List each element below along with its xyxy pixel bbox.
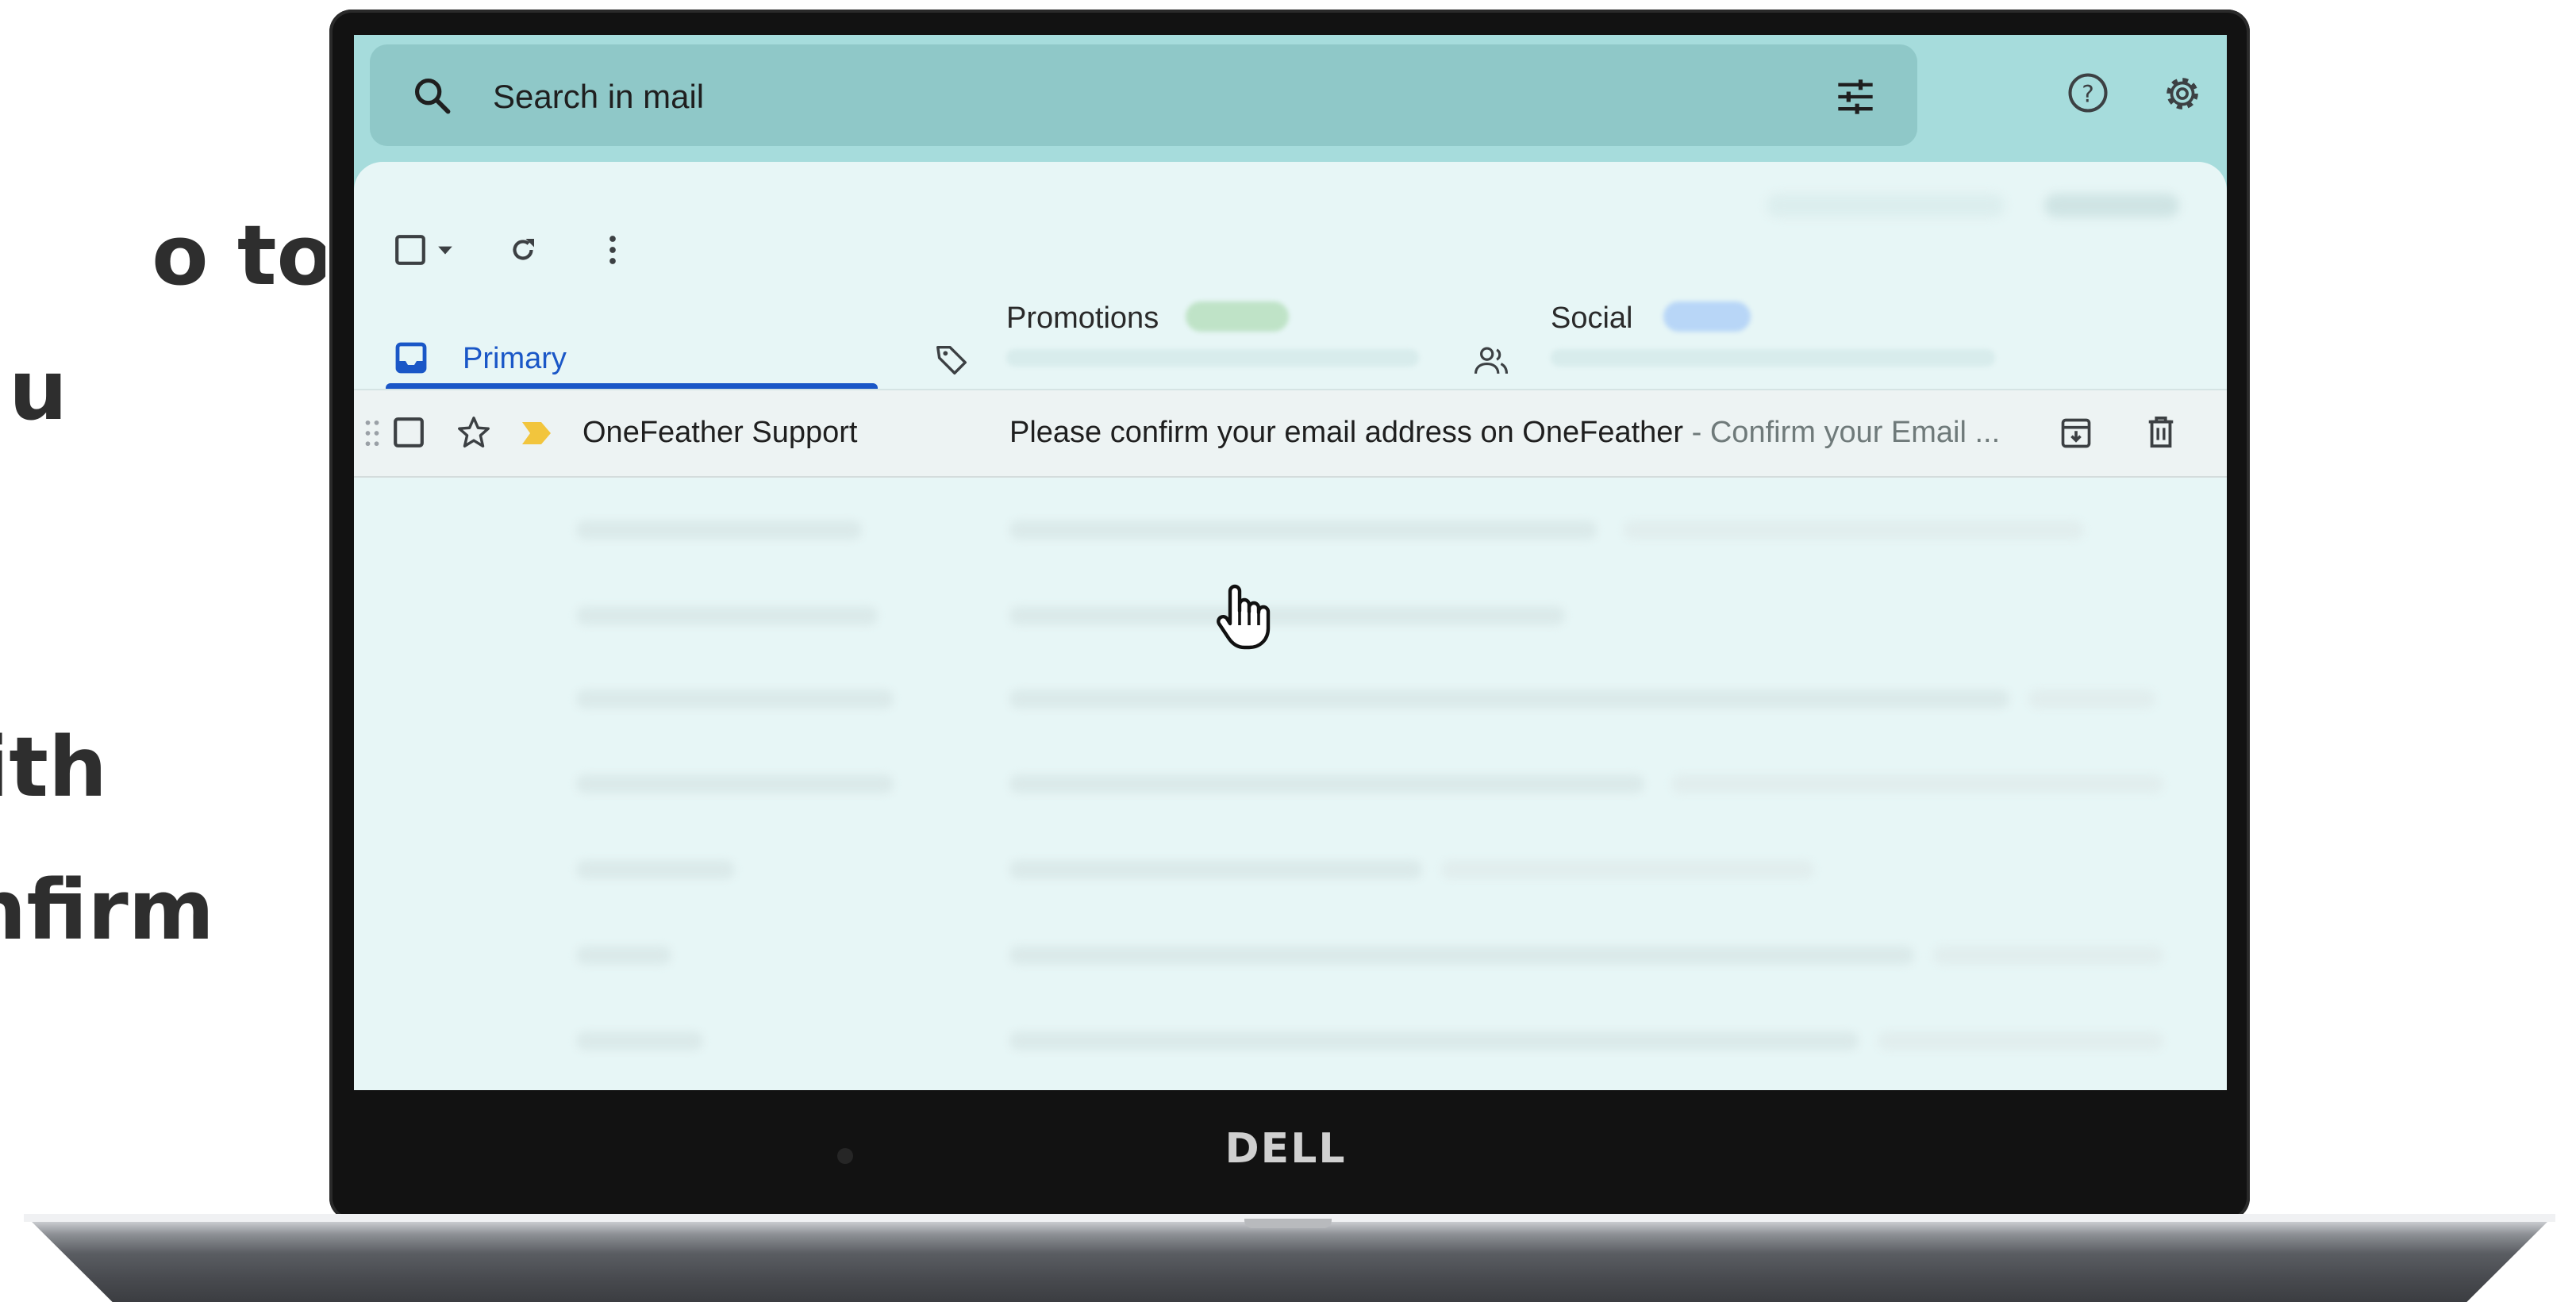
slide-text-line-1: o to xyxy=(152,207,325,304)
blurred-row-6-sender xyxy=(576,946,671,965)
promotions-preview xyxy=(1006,349,1419,367)
inbox-icon xyxy=(395,342,427,378)
mail-panel: Primary Promotions Social OneFeather Sup… xyxy=(354,162,2227,1090)
social-preview xyxy=(1551,349,1995,367)
star-icon[interactable] xyxy=(456,414,492,455)
laptop-screen: Search in mail ? Primary Promotions Soci… xyxy=(354,35,2227,1090)
tune-icon[interactable] xyxy=(1835,78,1876,120)
archive-icon[interactable] xyxy=(2059,416,2093,455)
hand-pointer-cursor-icon xyxy=(1211,582,1271,655)
blurred-row-1-snippet xyxy=(1624,520,2084,540)
blurred-row-1-sender xyxy=(576,520,862,540)
blurred-row-3-snippet xyxy=(2028,689,2155,709)
search-input[interactable]: Search in mail xyxy=(493,78,704,116)
blurred-row-4-sender xyxy=(576,774,894,793)
blurred-pagination-count xyxy=(2044,194,2179,217)
social-badge xyxy=(1663,301,1751,332)
row-checkbox-icon[interactable] xyxy=(392,416,425,453)
blurred-row-7-sender xyxy=(576,1031,703,1050)
slide-text-line-4: nfirm xyxy=(0,862,214,958)
svg-text:?: ? xyxy=(2082,80,2094,107)
email-subject: Please confirm your email address on One… xyxy=(1009,416,2000,450)
blurred-row-2-subject xyxy=(1009,606,1565,625)
blurred-row-4-subject xyxy=(1009,774,1644,793)
help-icon[interactable]: ? xyxy=(2067,71,2109,118)
important-marker-icon[interactable] xyxy=(521,421,552,450)
slide-text: o to u ith nfirm xyxy=(0,0,325,1302)
blurred-row-6-snippet xyxy=(1933,946,2163,965)
tab-primary-label: Primary xyxy=(463,342,567,375)
tab-promotions-label: Promotions xyxy=(1006,301,1159,335)
email-row[interactable]: OneFeather Support Please confirm your e… xyxy=(354,390,2227,478)
search-icon[interactable] xyxy=(411,75,452,120)
blurred-row-1-subject xyxy=(1009,520,1597,540)
email-sender: OneFeather Support xyxy=(582,416,858,449)
blurred-row-7-snippet xyxy=(1878,1031,2163,1050)
drag-handle-icon[interactable] xyxy=(363,417,381,453)
tab-promotions[interactable]: Promotions xyxy=(933,162,1457,376)
email-subject-text: Please confirm your email address on One… xyxy=(1009,416,1684,449)
blurred-row-5-snippet xyxy=(1441,860,1814,879)
blurred-row-7-subject xyxy=(1009,1031,1859,1050)
laptop-logo: DELL xyxy=(1225,1125,1347,1173)
tab-social[interactable]: Social xyxy=(1473,162,2013,376)
blurred-row-6-subject xyxy=(1009,946,1914,965)
blurred-row-5-sender xyxy=(576,860,735,879)
blurred-row-3-sender xyxy=(576,689,894,709)
settings-icon[interactable] xyxy=(2160,71,2205,120)
promotions-badge xyxy=(1186,301,1289,332)
blurred-row-2-sender xyxy=(576,606,878,625)
tag-icon xyxy=(933,341,970,382)
email-snippet: - Confirm your Email ... xyxy=(1683,416,2001,449)
tab-primary[interactable]: Primary xyxy=(386,162,878,376)
blurred-row-5-subject xyxy=(1009,860,1422,879)
people-icon xyxy=(1473,344,1509,382)
laptop-base-notch xyxy=(1244,1219,1332,1228)
blurred-row-4-snippet xyxy=(1671,774,2163,793)
slide-text-line-2: u xyxy=(8,342,67,439)
webcam xyxy=(837,1148,853,1164)
delete-icon[interactable] xyxy=(2144,414,2178,455)
search-bar[interactable]: Search in mail xyxy=(370,44,1917,146)
slide-text-line-3: ith xyxy=(0,719,107,816)
tab-social-label: Social xyxy=(1551,301,1633,335)
tab-selected-indicator xyxy=(386,383,878,389)
blurred-row-3-subject xyxy=(1009,689,2009,709)
